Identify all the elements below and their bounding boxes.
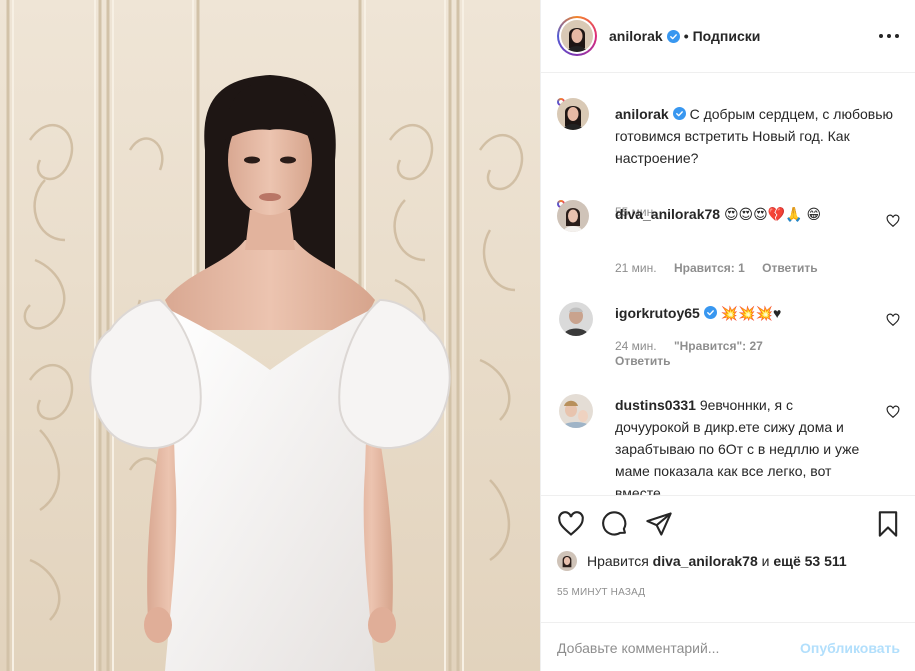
comment-meta: 21 мин. Нравится: 1 Ответить bbox=[615, 261, 832, 276]
caption-username[interactable]: anilorak bbox=[615, 106, 669, 122]
likes-and: и bbox=[761, 553, 770, 569]
avatar[interactable] bbox=[559, 394, 593, 428]
following-button[interactable]: Подписки bbox=[693, 28, 761, 44]
comment-item: dustins0331 9евчоннки, я с дочуурокой в … bbox=[557, 394, 900, 495]
post-photo-image bbox=[0, 0, 540, 671]
comment-time[interactable]: 24 мин. bbox=[615, 339, 657, 353]
story-ring[interactable] bbox=[557, 16, 597, 56]
separator-dot: • bbox=[683, 28, 689, 44]
comment-item: diva_anilorak78 😍😍😍💔🙏 😁 21 мин. Нравится… bbox=[557, 200, 900, 280]
verified-badge-icon bbox=[703, 306, 717, 319]
comment-text: 😍😍😍💔🙏 😁 bbox=[723, 206, 822, 222]
share-paper-plane-icon[interactable] bbox=[645, 510, 673, 538]
story-ring[interactable] bbox=[557, 200, 589, 232]
more-options-icon[interactable] bbox=[878, 28, 900, 44]
comment-input[interactable] bbox=[557, 639, 801, 656]
likes-count-button[interactable]: ещё 53 511 bbox=[773, 553, 846, 569]
likes-prefix: Нравится bbox=[587, 553, 649, 569]
comment-body: diva_anilorak78 😍😍😍💔🙏 😁 bbox=[615, 203, 860, 225]
comment-bubble-icon[interactable] bbox=[601, 510, 629, 538]
save-bookmark-icon[interactable] bbox=[874, 510, 902, 538]
comment-body: dustins0331 9евчоннки, я с дочуурокой в … bbox=[615, 394, 860, 495]
comment-time[interactable]: 21 мин. bbox=[615, 261, 657, 275]
post-header: anilorak • Подписки bbox=[541, 0, 915, 73]
comment-username[interactable]: diva_anilorak78 bbox=[615, 206, 720, 222]
comment-like-heart-icon[interactable] bbox=[886, 313, 900, 327]
story-ring[interactable] bbox=[557, 98, 589, 130]
post-side-panel: anilorak • Подписки anilorak С добрым се… bbox=[540, 0, 915, 671]
likes-summary: Нравится diva_anilorak78 и ещё 53 511 bbox=[557, 551, 847, 571]
liker-username[interactable]: diva_anilorak78 bbox=[653, 553, 758, 569]
instagram-post: anilorak • Подписки anilorak С добрым се… bbox=[0, 0, 915, 671]
reply-button[interactable]: Ответить bbox=[615, 354, 670, 368]
comments-list[interactable]: anilorak С добрым сердцем, с любовью гот… bbox=[541, 74, 915, 495]
avatar[interactable] bbox=[557, 98, 589, 130]
verified-badge-icon bbox=[672, 107, 686, 120]
caption-body: anilorak С добрым сердцем, с любовью гот… bbox=[615, 103, 900, 169]
publish-button[interactable]: Опубликовать bbox=[800, 640, 900, 656]
comment-item: igorkrutoy65 💥💥💥♥ 24 мин. "Нравится": 27… bbox=[557, 302, 900, 372]
avatar[interactable] bbox=[561, 20, 593, 52]
comment-text: 💥💥💥♥ bbox=[720, 305, 782, 321]
comment-like-heart-icon[interactable] bbox=[886, 405, 900, 419]
comment-username[interactable]: igorkrutoy65 bbox=[615, 305, 700, 321]
comment-like-heart-icon[interactable] bbox=[886, 214, 900, 228]
comment-likes[interactable]: "Нравится": 27 bbox=[674, 339, 763, 353]
comment-body: igorkrutoy65 💥💥💥♥ bbox=[615, 302, 860, 324]
header-username[interactable]: anilorak bbox=[609, 28, 663, 44]
comment-meta: 24 мин. "Нравится": 27 Ответить bbox=[615, 339, 795, 369]
avatar[interactable] bbox=[557, 200, 589, 232]
post-timestamp[interactable]: 55 МИНУТ НАЗАД bbox=[557, 587, 645, 598]
comment-likes[interactable]: Нравится: 1 bbox=[674, 261, 745, 275]
liker-avatar[interactable] bbox=[557, 551, 577, 571]
post-photo[interactable] bbox=[0, 0, 540, 671]
comment-username[interactable]: dustins0331 bbox=[615, 397, 696, 413]
verified-badge-icon bbox=[666, 29, 680, 43]
reply-button[interactable]: Ответить bbox=[762, 261, 817, 275]
like-heart-icon[interactable] bbox=[557, 510, 585, 538]
avatar[interactable] bbox=[559, 302, 593, 336]
add-comment-bar: Опубликовать bbox=[541, 622, 915, 671]
caption: anilorak С добрым сердцем, с любовью гот… bbox=[557, 98, 900, 219]
post-actions: Нравится diva_anilorak78 и ещё 53 511 55… bbox=[541, 495, 915, 671]
